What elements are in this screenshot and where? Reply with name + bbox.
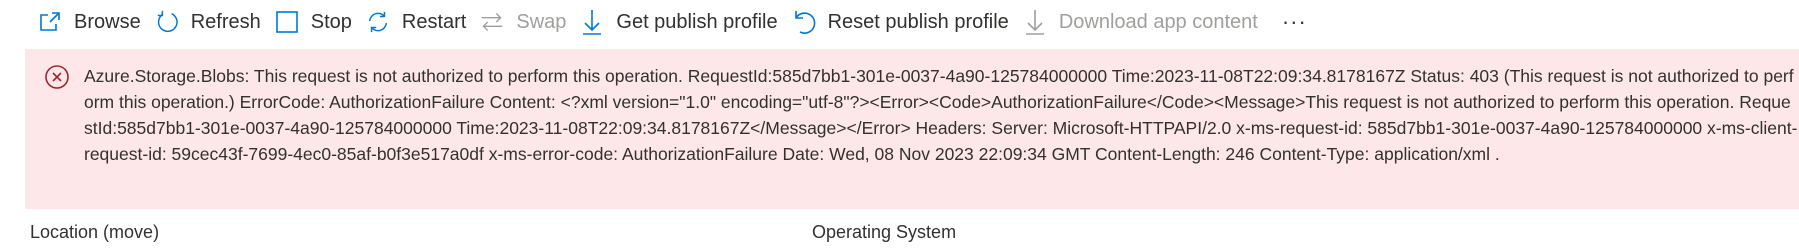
error-message: Azure.Storage.Blobs: This request is not… [84, 66, 1798, 164]
restart-label: Restart [401, 10, 467, 33]
refresh-button[interactable]: Refresh [155, 2, 275, 42]
download-app-content-button[interactable]: Download app content [1023, 2, 1272, 42]
browse-icon [38, 10, 62, 34]
download-icon [580, 10, 604, 35]
restart-button[interactable]: Restart [366, 2, 480, 42]
browse-label: Browse [74, 10, 141, 33]
command-bar: Browse Refresh Stop Restart Swap Get pub… [0, 0, 1799, 44]
reset-publish-profile-button[interactable]: Reset publish profile [792, 2, 1023, 42]
operating-system-label: Operating System [812, 222, 957, 242]
more-options-button[interactable]: ··· [1272, 2, 1317, 42]
refresh-icon [155, 10, 179, 34]
error-icon [44, 64, 70, 90]
undo-icon [792, 10, 816, 34]
refresh-label: Refresh [190, 10, 261, 33]
swap-button[interactable]: Swap [480, 2, 580, 42]
get-publish-profile-label: Get publish profile [616, 10, 778, 33]
restart-icon [366, 10, 390, 34]
download-icon [1023, 10, 1047, 35]
stop-label: Stop [310, 10, 352, 33]
location-label: Location (move) [30, 222, 160, 242]
error-banner: Azure.Storage.Blobs: This request is not… [25, 49, 1799, 209]
stop-icon [275, 10, 299, 34]
browse-button[interactable]: Browse [38, 2, 155, 42]
get-publish-profile-button[interactable]: Get publish profile [580, 2, 791, 42]
swap-icon [480, 10, 504, 34]
download-app-content-label: Download app content [1058, 10, 1258, 33]
stop-button[interactable]: Stop [275, 2, 366, 42]
swap-label: Swap [516, 10, 567, 33]
reset-publish-profile-label: Reset publish profile [827, 10, 1009, 33]
